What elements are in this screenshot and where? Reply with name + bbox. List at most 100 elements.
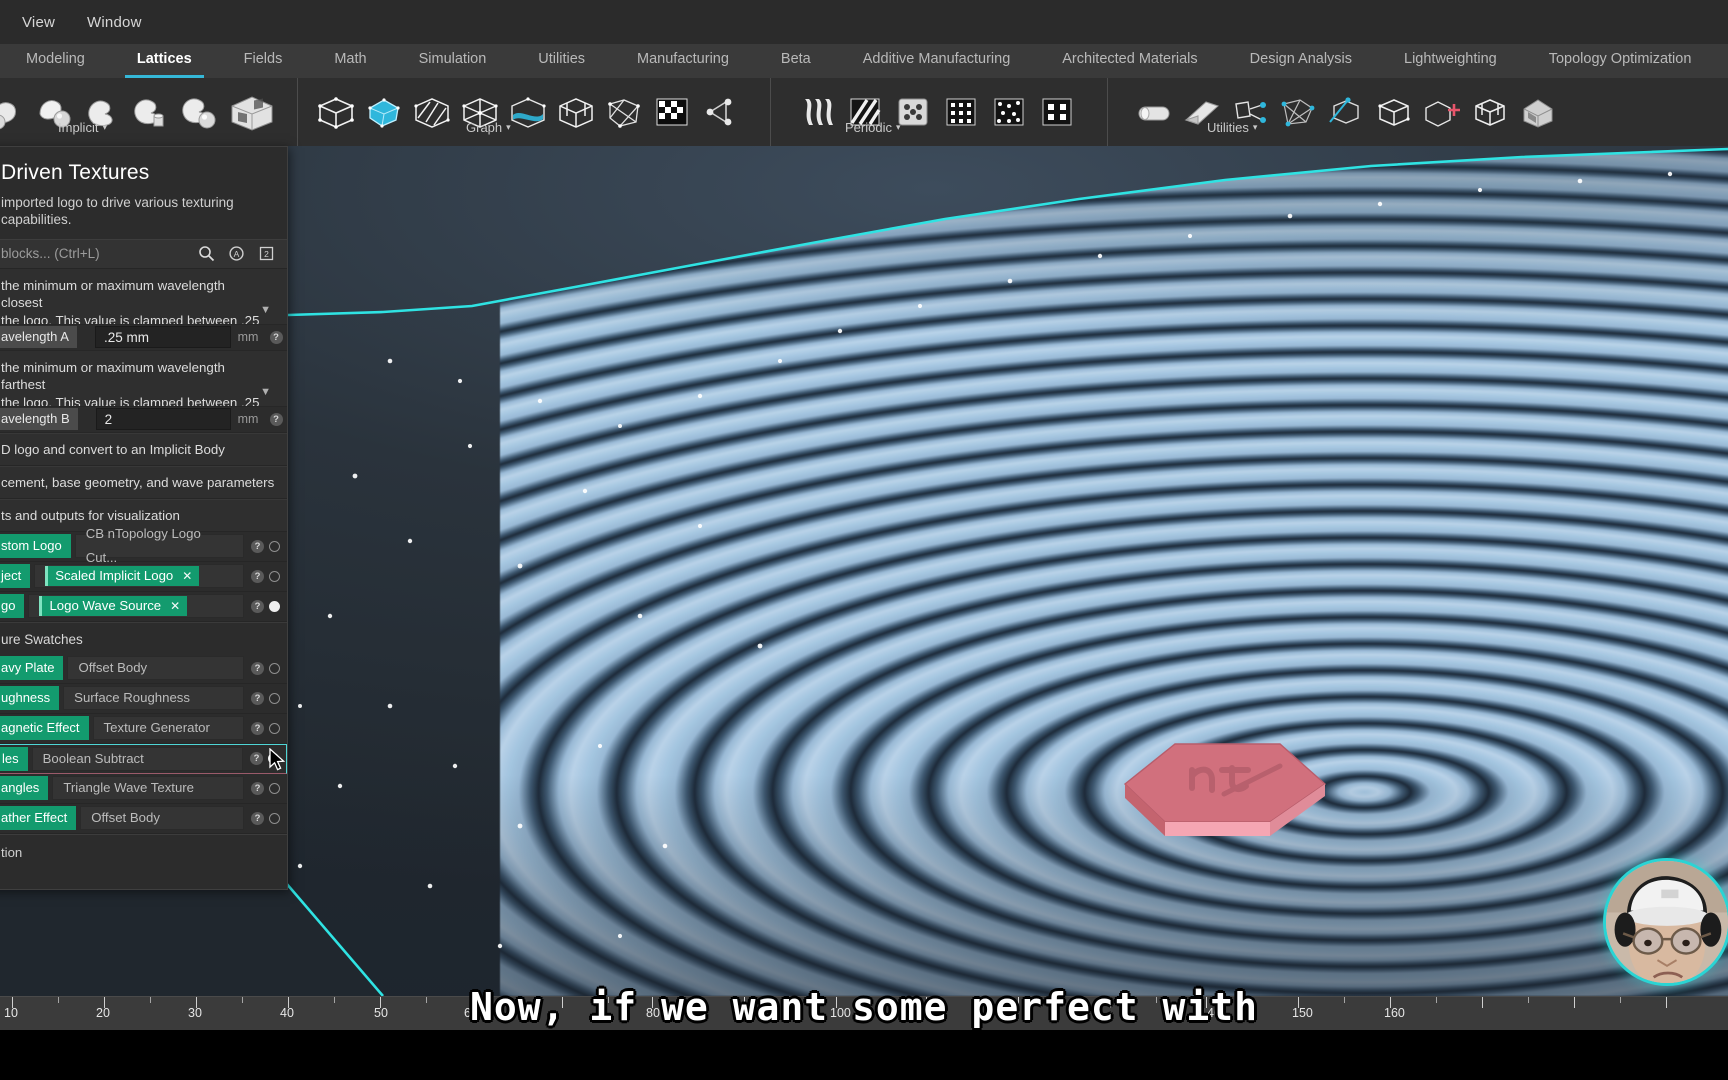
section-row-convert-logo[interactable]: D logo and convert to an Implicit Body: [0, 432, 287, 466]
add-lattice-icon[interactable]: [1419, 85, 1465, 139]
row-value-feather-effect[interactable]: Offset Body: [80, 806, 244, 831]
close-icon[interactable]: ✕: [182, 566, 192, 586]
help-icon[interactable]: ?: [265, 330, 287, 344]
row-value-roughness[interactable]: Surface Roughness: [63, 686, 244, 711]
row-value-magnetic-effect[interactable]: Texture Generator: [92, 716, 244, 741]
help-icon[interactable]: ?: [251, 599, 264, 613]
row-custom-logo[interactable]: stom Logo CB nTopology Logo Cut... ?: [0, 526, 287, 565]
dot-array-icon[interactable]: [1034, 85, 1080, 139]
row-value-logo[interactable]: Logo Wave Source ✕: [28, 594, 244, 619]
search-icon[interactable]: [191, 245, 221, 262]
param-input-wavelength-a[interactable]: .25 mm: [94, 326, 231, 349]
tab-design-analysis[interactable]: Design Analysis: [1224, 44, 1378, 78]
output-dot-icon[interactable]: [269, 782, 280, 794]
frame-lattice-icon[interactable]: [553, 85, 599, 139]
row-triangles[interactable]: angles Triangle Wave Texture ?: [0, 773, 287, 804]
tab-math[interactable]: Math: [308, 44, 392, 78]
surface-lattice-icon[interactable]: [505, 85, 551, 139]
capsule-icon[interactable]: [1131, 85, 1177, 139]
output-dot-icon[interactable]: [269, 692, 280, 704]
row-value-object[interactable]: Scaled Implicit Logo ✕: [34, 564, 244, 589]
chip-logo-wave-source[interactable]: Logo Wave Source ✕: [39, 596, 188, 617]
wedge-icon[interactable]: [1179, 85, 1225, 139]
collapse-icon[interactable]: 2: [251, 246, 281, 261]
tab-utilities[interactable]: Utilities: [512, 44, 611, 78]
chip-scaled-implicit-logo[interactable]: Scaled Implicit Logo ✕: [45, 566, 200, 587]
help-icon[interactable]: ?: [250, 752, 263, 766]
output-dot-icon[interactable]: [268, 753, 279, 765]
help-icon[interactable]: ?: [251, 721, 264, 735]
tab-simulation[interactable]: Simulation: [393, 44, 513, 78]
row-value-triangles[interactable]: Triangle Wave Texture: [52, 776, 244, 801]
output-dot-icon[interactable]: [269, 662, 280, 674]
tab-beta[interactable]: Beta: [755, 44, 837, 78]
row-value-wavy-plate[interactable]: Offset Body: [67, 656, 244, 681]
unit-cell-icon[interactable]: [313, 85, 359, 139]
logo-plate-geometry[interactable]: [1120, 736, 1330, 856]
tab-modeling[interactable]: Modeling: [0, 44, 111, 78]
row-feather-effect[interactable]: ather Effect Offset Body ?: [0, 803, 287, 834]
chevron-down-icon[interactable]: ▼: [260, 385, 271, 400]
output-dot-icon[interactable]: [269, 570, 280, 582]
row-wavy-plate[interactable]: avy Plate Offset Body ?: [0, 653, 287, 684]
help-icon[interactable]: ?: [265, 412, 287, 426]
schwarz-icon[interactable]: [890, 85, 936, 139]
chevron-down-icon[interactable]: ▼: [260, 303, 271, 318]
gyroid-icon[interactable]: [794, 85, 840, 139]
trim-lattice-icon[interactable]: [1323, 85, 1369, 139]
help-icon[interactable]: ?: [251, 811, 264, 825]
dot-grid-icon[interactable]: [938, 85, 984, 139]
panel-search-row[interactable]: blocks... (Ctrl+L) A 2: [0, 238, 287, 269]
row-magnetic-effect[interactable]: agnetic Effect Texture Generator ?: [0, 713, 287, 744]
close-icon[interactable]: ✕: [170, 596, 180, 616]
row-roughness[interactable]: ughness Surface Roughness ?: [0, 683, 287, 714]
param-row-wavelength-b[interactable]: avelength B 2 mm ?: [0, 406, 287, 433]
implicit-shape-cylinder-icon[interactable]: [128, 85, 174, 139]
row-boolean-subtract[interactable]: les Boolean Subtract ?: [0, 743, 287, 774]
box-lattice-icon[interactable]: [1371, 85, 1417, 139]
driven-textures-panel[interactable]: Driven Textures imported logo to drive v…: [0, 146, 288, 890]
implicit-body-sphere-icon[interactable]: [32, 85, 78, 139]
help-icon[interactable]: ?: [251, 781, 264, 795]
lattice-block-icon[interactable]: [224, 85, 280, 139]
row-value-boolean-subtract[interactable]: Boolean Subtract: [31, 746, 243, 771]
graph-node-icon[interactable]: [601, 85, 647, 139]
param-input-wavelength-b[interactable]: 2: [95, 408, 231, 431]
tab-lightweighting[interactable]: Lightweighting: [1378, 44, 1523, 78]
tab-lattices[interactable]: Lattices: [111, 44, 218, 78]
shelled-cell-icon[interactable]: [361, 85, 407, 139]
menu-item-window[interactable]: Window: [71, 10, 158, 35]
graph-network-icon[interactable]: [697, 85, 743, 139]
implicit-shape-icon[interactable]: [80, 85, 126, 139]
measurement-ruler[interactable]: 10 20 30 40 50 60 80 100 110 140 150 160: [0, 996, 1728, 1030]
voxel-grid-icon[interactable]: [649, 85, 695, 139]
section-row-base-geometry[interactable]: cement, base geometry, and wave paramete…: [0, 465, 287, 499]
output-dot-icon[interactable]: [269, 722, 280, 734]
implicit-body-icon[interactable]: [0, 85, 30, 139]
implicit-shape-ball-icon[interactable]: [176, 85, 222, 139]
output-dot-icon[interactable]: [269, 600, 280, 612]
menu-item-view[interactable]: View: [6, 10, 71, 35]
composite-icon[interactable]: [1515, 85, 1561, 139]
output-dot-icon[interactable]: [269, 540, 280, 552]
annotation-icon[interactable]: A: [221, 245, 251, 262]
webcam-bubble[interactable]: [1603, 858, 1728, 986]
diamond-tpms-icon[interactable]: [842, 85, 888, 139]
scatter-dots-icon[interactable]: [986, 85, 1032, 139]
output-dot-icon[interactable]: [269, 812, 280, 824]
help-icon[interactable]: ?: [251, 661, 264, 675]
search-input[interactable]: blocks... (Ctrl+L): [1, 246, 191, 261]
node-connect-icon[interactable]: [1227, 85, 1273, 139]
mesh-map-icon[interactable]: [1275, 85, 1321, 139]
diagonal-lattice-icon[interactable]: [409, 85, 455, 139]
row-object[interactable]: ject Scaled Implicit Logo ✕ ?: [0, 561, 287, 592]
row-value-custom-logo[interactable]: CB nTopology Logo Cut...: [74, 526, 244, 565]
tab-topology-optimization[interactable]: Topology Optimization: [1523, 44, 1718, 78]
frame-box-icon[interactable]: [1467, 85, 1513, 139]
help-icon[interactable]: ?: [251, 691, 264, 705]
tab-architected-materials[interactable]: Architected Materials: [1036, 44, 1223, 78]
param-row-wavelength-a[interactable]: avelength A .25 mm mm ?: [0, 324, 287, 351]
help-icon[interactable]: ?: [251, 539, 264, 553]
graph-lattice-icon[interactable]: [457, 85, 503, 139]
tab-fields[interactable]: Fields: [218, 44, 309, 78]
